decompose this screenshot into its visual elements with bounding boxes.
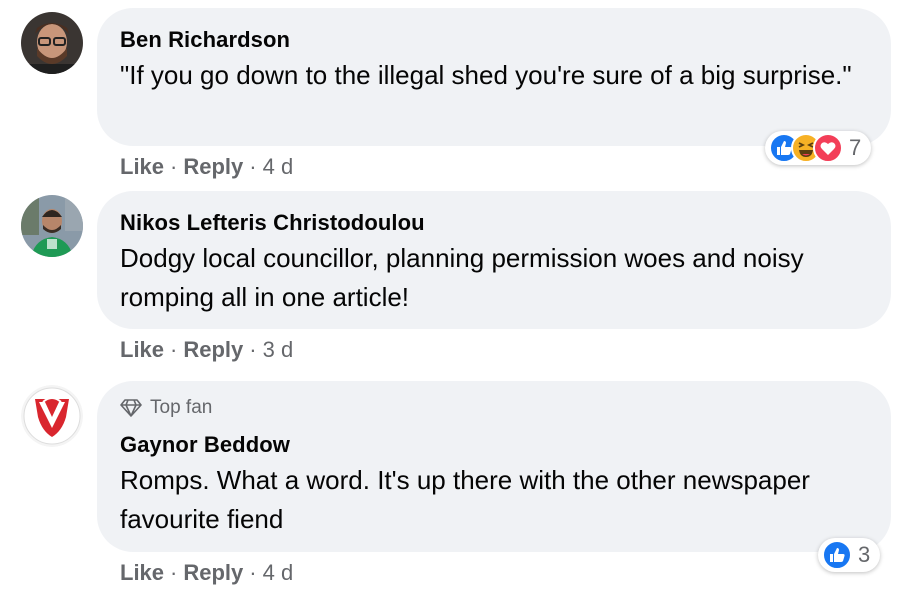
separator: ·	[170, 337, 178, 362]
separator: ·	[249, 560, 257, 585]
reply-button[interactable]: Reply	[183, 337, 243, 362]
separator: ·	[170, 560, 178, 585]
comment-text: "If you go down to the illegal shed you'…	[120, 60, 852, 90]
reply-button[interactable]: Reply	[183, 154, 243, 179]
top-fan-label: Top fan	[150, 397, 213, 418]
timestamp[interactable]: 4 d	[263, 560, 294, 585]
reactions-summary[interactable]: 7	[765, 131, 872, 165]
comment-actions: Like · Reply · 4 d	[120, 560, 293, 586]
avatar[interactable]	[21, 12, 83, 74]
like-icon	[822, 540, 852, 570]
separator: ·	[249, 337, 257, 362]
comment-text: Dodgy local councillor, planning permiss…	[120, 243, 804, 312]
reactions-summary[interactable]: 3	[818, 538, 881, 572]
avatar[interactable]	[21, 385, 83, 447]
love-icon	[813, 133, 843, 163]
comment-actions: Like · Reply · 4 d	[120, 154, 293, 180]
comment-author[interactable]: Nikos Lefteris Christodoulou	[120, 210, 425, 236]
separator: ·	[170, 154, 178, 179]
reaction-count: 7	[849, 135, 862, 160]
comment-text: Romps. What a word. It's up there with t…	[120, 465, 810, 534]
comment-author[interactable]: Ben Richardson	[120, 27, 290, 53]
like-button[interactable]: Like	[120, 154, 164, 179]
timestamp[interactable]: 3 d	[263, 337, 294, 362]
diamond-icon	[120, 399, 142, 417]
comment-actions: Like · Reply · 3 d	[120, 337, 293, 363]
avatar-image	[21, 12, 83, 74]
comment-author[interactable]: Gaynor Beddow	[120, 432, 290, 458]
reaction-count: 3	[858, 542, 871, 567]
timestamp[interactable]: 4 d	[263, 154, 294, 179]
like-button[interactable]: Like	[120, 337, 164, 362]
top-fan-badge: Top fan	[120, 397, 212, 419]
avatar-image	[21, 385, 83, 447]
avatar[interactable]	[21, 195, 83, 257]
separator: ·	[249, 154, 257, 179]
avatar-image	[21, 195, 83, 257]
like-button[interactable]: Like	[120, 560, 164, 585]
reply-button[interactable]: Reply	[183, 560, 243, 585]
